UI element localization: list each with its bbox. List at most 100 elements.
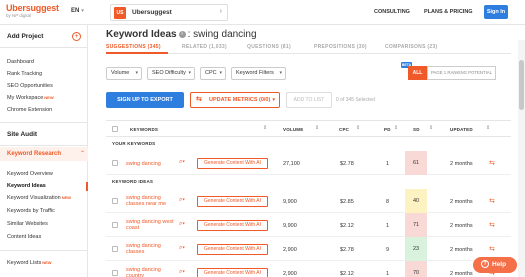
add-project-label[interactable]: Add Project: [7, 33, 43, 40]
new-badge: NEW: [42, 260, 52, 265]
column-header-sd[interactable]: SD: [413, 127, 420, 132]
refresh-icon[interactable]: ⇆: [489, 159, 495, 167]
select-all-checkbox[interactable]: [112, 126, 118, 132]
keyword-link[interactable]: swing dancing: [126, 161, 178, 167]
sd-value: 61: [405, 151, 427, 175]
row-checkbox[interactable]: [112, 222, 118, 228]
page-title: Keyword Ideas i: swing dancing: [106, 29, 257, 40]
generate-content-button[interactable]: Generate Content With AI: [197, 268, 268, 277]
refresh-icon[interactable]: ⇆: [489, 197, 495, 205]
new-badge: NEW: [44, 95, 54, 100]
add-to-list-button[interactable]: ADD TO LIST: [286, 92, 332, 108]
sd-value: 70: [405, 261, 427, 277]
sort-icon[interactable]: ⇕: [429, 125, 433, 131]
column-header-keywords[interactable]: KEYWORDS: [130, 127, 158, 132]
search-results-icon[interactable]: ⌕▾: [179, 159, 185, 166]
help-button[interactable]: ? Help: [473, 257, 517, 273]
refresh-icon[interactable]: ⇆: [489, 221, 495, 229]
sidebar-item-site-audit[interactable]: Site Audit: [7, 131, 37, 138]
scrollbar-thumb[interactable]: [519, 60, 524, 110]
nav-plans-pricing[interactable]: PLANS & PRICING: [424, 9, 473, 15]
filter-volume[interactable]: Volume ▾: [106, 67, 142, 80]
sidebar-item-my-workspace[interactable]: My WorkspaceNEW: [7, 95, 54, 101]
sd-value: 40: [405, 189, 427, 213]
refresh-icon: ⇆: [196, 96, 202, 103]
cpc-value: $2.12: [340, 271, 354, 277]
search-results-icon[interactable]: ⌕▾: [179, 221, 185, 228]
sidebar-item-keyword-visualization[interactable]: Keyword VisualizationNEW: [7, 195, 71, 201]
chevron-down-icon: ▾: [219, 70, 222, 76]
search-results-icon[interactable]: ⌕▾: [179, 197, 185, 204]
keyword-link[interactable]: swing dancing classes: [126, 243, 178, 255]
search-results-icon[interactable]: ⌕▾: [179, 245, 185, 252]
sort-icon[interactable]: ⇕: [394, 125, 398, 131]
search-results-icon[interactable]: ⌕▾: [179, 269, 185, 276]
sidebar-item-keyword-ideas[interactable]: Keyword Ideas: [7, 183, 46, 189]
update-metrics-button[interactable]: ⇆ UPDATE METRICS (0/0) ▾: [190, 92, 280, 108]
chevron-right-icon: ›: [219, 8, 222, 15]
filter-seo-difficulty[interactable]: SEO Difficulty ▾: [147, 67, 195, 80]
tab-questions[interactable]: QUESTIONS (81): [247, 44, 291, 50]
keyword-link[interactable]: swing dancing west coast: [126, 219, 178, 231]
chevron-down-icon: ▾: [81, 8, 84, 14]
generate-content-button[interactable]: Generate Content With AI: [197, 196, 268, 207]
sidebar-item-similar-websites[interactable]: Similar Websites: [7, 221, 48, 227]
keyword-link[interactable]: swing dancing country: [126, 267, 178, 277]
column-header-pd[interactable]: PD: [384, 127, 391, 132]
row-checkbox[interactable]: [112, 270, 118, 276]
sidebar-item-keyword-lists[interactable]: Keyword ListsNEW: [7, 260, 52, 266]
sidebar-item-dashboard[interactable]: Dashboard: [7, 59, 34, 65]
generate-content-button[interactable]: Generate Content With AI: [197, 158, 268, 169]
filter-cpc[interactable]: CPC ▾: [200, 67, 226, 80]
row-checkbox[interactable]: [112, 246, 118, 252]
refresh-icon[interactable]: ⇆: [489, 245, 495, 253]
column-header-cpc[interactable]: CPC: [339, 127, 349, 132]
filter-label: SEO Difficulty: [152, 70, 186, 76]
cpc-value: $2.78: [340, 161, 354, 167]
sidebar-item-keywords-by-traffic[interactable]: Keywords by Traffic: [7, 208, 55, 214]
logo-text: Ubersuggest: [6, 3, 59, 13]
info-icon[interactable]: i: [178, 30, 186, 38]
tab-related[interactable]: RELATED (1,033): [182, 44, 227, 50]
sidebar-item-keyword-overview[interactable]: Keyword Overview: [7, 171, 53, 177]
sidebar-item-chrome-extension[interactable]: Chrome Extension: [7, 107, 52, 113]
segment-all[interactable]: ALL: [408, 66, 427, 80]
row-checkbox[interactable]: [112, 198, 118, 204]
update-metrics-label: UPDATE METRICS (0/0): [209, 97, 271, 103]
sidebar-divider: [0, 145, 88, 146]
project-selector[interactable]: US Ubersuggest ›: [110, 4, 228, 21]
add-project-plus-icon[interactable]: +: [72, 32, 81, 41]
segment-page-ranking-potential[interactable]: PAGE 1 RANKING POTENTIAL: [427, 66, 496, 80]
sort-icon[interactable]: ⇕: [486, 125, 490, 131]
generate-content-button[interactable]: Generate Content With AI: [197, 220, 268, 231]
generate-content-button[interactable]: Generate Content With AI: [197, 244, 268, 255]
sidebar-item-seo-opportunities[interactable]: SEO Opportunities: [7, 83, 53, 89]
sidebar-section-keyword-research[interactable]: Keyword Research ⌃: [0, 147, 88, 161]
logo-subtext: by NP digital: [6, 13, 32, 18]
tab-suggestions[interactable]: SUGGESTIONS (345): [106, 44, 161, 50]
sort-icon[interactable]: ⇕: [263, 125, 267, 131]
sidebar-item-content-ideas[interactable]: Content Ideas: [7, 234, 41, 240]
sort-icon[interactable]: ⇕: [315, 125, 319, 131]
chevron-down-icon: ▾: [188, 70, 191, 76]
sign-in-button[interactable]: Sign In: [484, 5, 508, 19]
tab-comparisons[interactable]: COMPARISONS (23): [385, 44, 438, 50]
tab-prepositions[interactable]: PREPOSITIONS (30): [314, 44, 367, 50]
filter-keyword-filters[interactable]: Keyword Filters ▾: [231, 67, 286, 80]
sort-icon[interactable]: ⇕: [356, 125, 360, 131]
column-header-volume[interactable]: VOLUME: [283, 127, 303, 132]
language-selector[interactable]: EN ▾: [71, 8, 84, 14]
updated-value: 2 months: [450, 247, 473, 253]
keyword-link[interactable]: swing dancing classes near me: [126, 195, 178, 207]
logo[interactable]: Ubersuggest by NP digital: [6, 3, 59, 22]
table-row: swing dancing west coast ⌕▾ Generate Conte…: [106, 213, 511, 237]
row-checkbox[interactable]: [112, 160, 118, 166]
filter-label: Volume: [111, 70, 130, 76]
nav-consulting[interactable]: CONSULTING: [374, 9, 410, 15]
sidebar-item-rank-tracking[interactable]: Rank Tracking: [7, 71, 42, 77]
column-header-updated[interactable]: UPDATED: [450, 127, 473, 132]
keyword-tabs: SUGGESTIONS (345) RELATED (1,033) QUESTI…: [106, 44, 511, 54]
table-row: swing dancing classes near me ⌕▾ Generate …: [106, 189, 511, 213]
sign-up-to-export-button[interactable]: SIGN UP TO EXPORT: [106, 92, 184, 108]
chevron-down-icon: ▾: [135, 70, 138, 76]
